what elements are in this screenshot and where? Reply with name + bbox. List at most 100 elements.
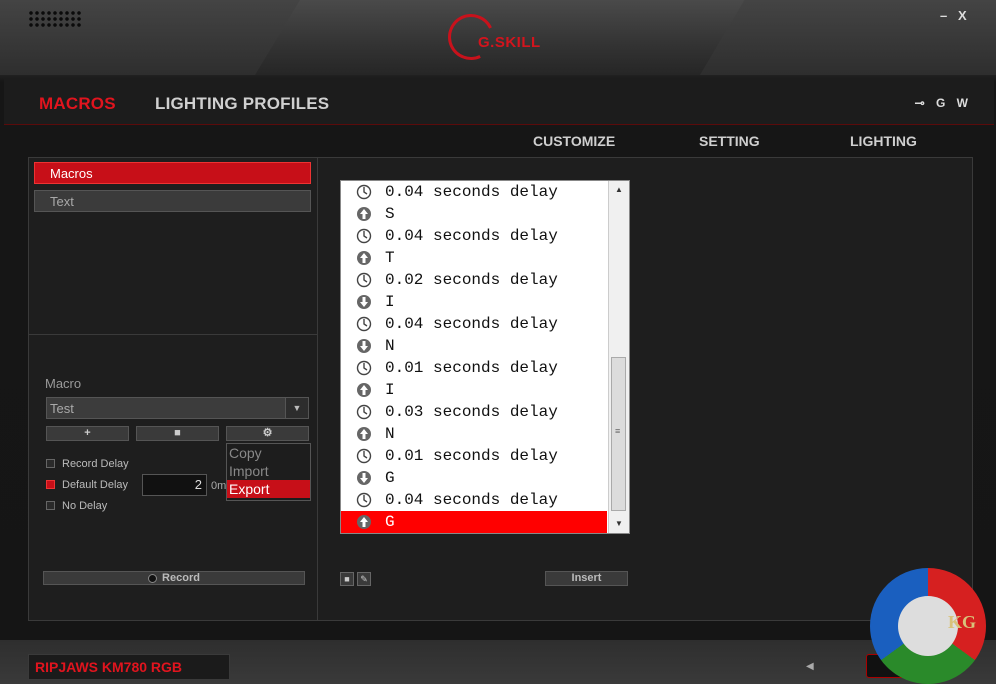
scroll-thumb[interactable]: ≡ [611, 357, 626, 511]
menu-item-copy[interactable]: Copy [227, 444, 310, 462]
macro-step-row[interactable]: 0.02 seconds delay [341, 269, 607, 291]
clock-icon [356, 316, 372, 332]
clock-icon [356, 492, 372, 508]
no-delay-checkbox[interactable] [46, 501, 55, 510]
device-name: RIPJAWS KM780 RGB [28, 654, 230, 680]
context-menu: Copy Import Export [226, 443, 311, 501]
macro-label: Macro [45, 376, 82, 391]
macro-step-text: G [385, 513, 395, 531]
macro-step-text: 0.01 seconds delay [385, 447, 558, 465]
clock-icon [356, 228, 372, 244]
tab-lighting-profiles[interactable]: LIGHTING PROFILES [155, 94, 329, 114]
tab-setting[interactable]: SETTING [699, 133, 760, 149]
macro-step-row[interactable]: S [341, 203, 607, 225]
delay-unit-label: 0m [211, 480, 227, 492]
menu-item-export[interactable]: Export [227, 480, 310, 498]
scroll-up-icon[interactable]: ▲ [609, 181, 629, 199]
key-up-icon [356, 382, 372, 398]
clock-icon [356, 360, 372, 376]
macro-step-text: S [385, 205, 395, 223]
macro-step-text: N [385, 425, 395, 443]
key-up-icon [356, 250, 372, 266]
default-delay-checkbox[interactable] [46, 480, 55, 489]
close-button[interactable]: X [958, 8, 967, 23]
app-window: G.SKILL – X MACROS LIGHTING PROFILES ⊸ G… [0, 0, 996, 684]
macro-step-text: I [385, 293, 395, 311]
key-up-icon [356, 426, 372, 442]
macro-step-text: 0.04 seconds delay [385, 183, 558, 201]
scroll-down-icon[interactable]: ▼ [609, 515, 629, 533]
no-delay-label: No Delay [62, 500, 108, 512]
macro-step-row[interactable]: 0.01 seconds delay [341, 357, 607, 379]
macro-step-text: 0.04 seconds delay [385, 227, 558, 245]
macro-step-row[interactable]: 0.04 seconds delay [341, 313, 607, 335]
macro-step-text: 0.02 seconds delay [385, 271, 558, 289]
clock-icon [356, 448, 372, 464]
prev-device-icon[interactable]: ◀ [806, 661, 814, 672]
default-delay-input[interactable]: 2 [142, 474, 207, 496]
macro-step-row[interactable]: T [341, 247, 607, 269]
macro-step-text: 0.04 seconds delay [385, 491, 558, 509]
grip-icon: ≡ [615, 426, 621, 436]
tab-customize[interactable]: CUSTOMIZE [533, 133, 615, 149]
macro-step-row[interactable]: G [341, 511, 607, 533]
clock-icon [356, 184, 372, 200]
minimize-button[interactable]: – [940, 8, 947, 23]
macro-select-value: Test [50, 401, 74, 416]
macro-step-text: 0.04 seconds delay [385, 315, 558, 333]
category-text[interactable]: Text [34, 190, 311, 212]
macro-step-row[interactable]: I [341, 379, 607, 401]
insert-button[interactable]: Insert [545, 571, 628, 586]
key-down-icon [356, 470, 372, 486]
record-delay-label: Record Delay [62, 458, 129, 470]
clock-icon [356, 404, 372, 420]
macro-step-text: 0.03 seconds delay [385, 403, 558, 421]
record-label: Record [162, 572, 200, 584]
record-delay-checkbox[interactable] [46, 459, 55, 468]
tab-lighting[interactable]: LIGHTING [850, 133, 917, 149]
macro-step-row[interactable]: G [341, 467, 607, 489]
delete-step-button[interactable]: ■ [340, 572, 354, 586]
menu-item-import[interactable]: Import [227, 462, 310, 480]
edit-step-button[interactable]: ✎ [357, 572, 371, 586]
usb-icon[interactable]: ⊸ [915, 96, 925, 110]
macro-step-row[interactable]: 0.04 seconds delay [341, 225, 607, 247]
macro-step-text: I [385, 381, 395, 399]
panel-divider [29, 334, 318, 335]
macro-step-row[interactable]: 0.03 seconds delay [341, 401, 607, 423]
macro-step-text: T [385, 249, 395, 267]
record-button[interactable]: Record [43, 571, 305, 585]
record-icon [148, 573, 158, 583]
macro-step-text: G [385, 469, 395, 487]
header-icons: ⊸ G W [907, 96, 968, 110]
add-macro-button[interactable]: + [46, 426, 129, 441]
left-panel: Macros Text Macro Test ▼ + ■ ⚙ Record De… [28, 157, 319, 621]
clock-icon [356, 272, 372, 288]
frame-facet-right [700, 0, 996, 75]
w-button[interactable]: W [957, 96, 968, 110]
key-down-icon [356, 294, 372, 310]
macro-step-row[interactable]: 0.01 seconds delay [341, 445, 607, 467]
kg-watermark-logo: KG [870, 568, 988, 684]
macro-step-row[interactable]: I [341, 291, 607, 313]
key-up-icon [356, 206, 372, 222]
list-scrollbar[interactable]: ▲ ≡ ▼ [608, 181, 629, 533]
macro-step-row[interactable]: 0.04 seconds delay [341, 181, 607, 203]
main-nav: MACROS LIGHTING PROFILES ⊸ G W [4, 78, 994, 125]
speaker-grille [28, 10, 82, 28]
delete-macro-button[interactable]: ■ [136, 426, 219, 441]
chevron-down-icon[interactable]: ▼ [285, 398, 308, 418]
tab-macros[interactable]: MACROS [39, 94, 116, 114]
macro-step-row[interactable]: 0.04 seconds delay [341, 489, 607, 511]
macro-settings-button[interactable]: ⚙ [226, 426, 309, 441]
macro-step-row[interactable]: N [341, 423, 607, 445]
gskill-logo: G.SKILL [440, 7, 560, 67]
macro-step-row[interactable]: N [341, 335, 607, 357]
default-delay-label: Default Delay [62, 479, 129, 491]
macro-select[interactable]: Test ▼ [46, 397, 309, 419]
category-macros[interactable]: Macros [34, 162, 311, 184]
macro-step-text: N [385, 337, 395, 355]
macro-step-list[interactable]: 0.04 seconds delay S 0.04 seconds delay T 0.… [340, 180, 630, 534]
g-button[interactable]: G [936, 96, 945, 110]
macro-step-text: 0.01 seconds delay [385, 359, 558, 377]
